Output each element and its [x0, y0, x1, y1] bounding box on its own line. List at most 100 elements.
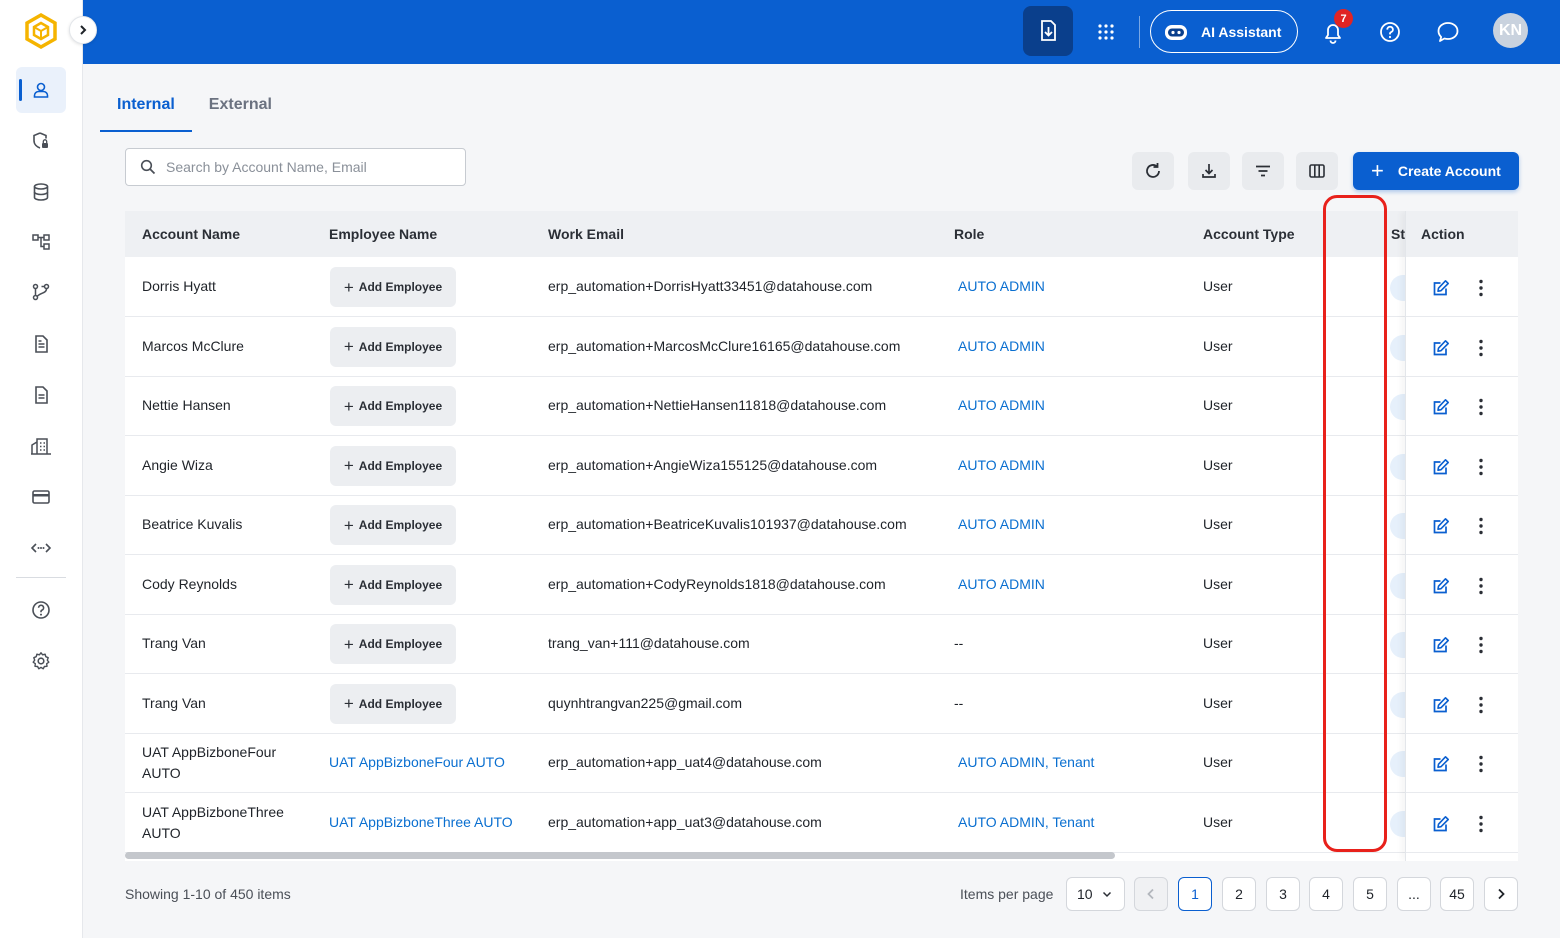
edit-button[interactable]	[1428, 513, 1454, 539]
items-per-page-select[interactable]: 10	[1066, 877, 1125, 911]
add-employee-button[interactable]: + Add Employee	[330, 505, 456, 545]
more-options-button[interactable]	[1472, 513, 1490, 539]
cell-role[interactable]: AUTO ADMIN	[958, 397, 1045, 413]
more-options-button[interactable]	[1472, 275, 1490, 301]
table-row[interactable]: UAT AppBizboneThree AUTO UAT AppBizboneThr…	[125, 793, 1518, 853]
more-options-button[interactable]	[1472, 573, 1490, 599]
sidebar-item-hierarchy[interactable]	[16, 219, 66, 265]
header-employee-name[interactable]: Employee Name	[329, 226, 437, 242]
prev-page-button[interactable]	[1134, 877, 1168, 911]
next-page-button[interactable]	[1484, 877, 1518, 911]
page-button[interactable]: 3	[1266, 877, 1300, 911]
table-row[interactable]: Beatrice Kuvalis + Add Employee erp_automat…	[125, 496, 1518, 555]
header-status[interactable]: St	[1391, 226, 1405, 242]
page-button[interactable]: 1	[1178, 877, 1212, 911]
sidebar-item-help[interactable]	[16, 587, 66, 633]
chat-button[interactable]	[1430, 14, 1466, 50]
cell-account-name: Beatrice Kuvalis	[142, 516, 242, 532]
sidebar-item-integrations[interactable]	[16, 525, 66, 571]
more-vertical-icon	[1479, 577, 1483, 594]
user-avatar[interactable]: KN	[1493, 13, 1528, 48]
more-options-button[interactable]	[1472, 811, 1490, 837]
cell-role[interactable]: AUTO ADMIN, Tenant	[958, 814, 1094, 830]
page-button[interactable]: 45	[1440, 877, 1474, 911]
add-employee-button[interactable]: + Add Employee	[330, 326, 456, 367]
account-name-line: Trang Van	[142, 694, 206, 711]
page-button[interactable]: 2	[1222, 877, 1256, 911]
header-account-name[interactable]: Account Name	[142, 226, 240, 242]
cell-role[interactable]: AUTO ADMIN	[958, 278, 1045, 294]
edit-button[interactable]	[1428, 692, 1454, 718]
add-employee-button[interactable]: + Add Employee	[330, 445, 456, 486]
more-options-button[interactable]	[1472, 751, 1490, 777]
more-options-button[interactable]	[1472, 335, 1490, 361]
search-input[interactable]	[166, 159, 456, 175]
sidebar-item-accounts[interactable]	[16, 67, 66, 113]
page-button[interactable]: 5	[1353, 877, 1387, 911]
edit-button[interactable]	[1428, 394, 1454, 420]
page-button[interactable]: 4	[1309, 877, 1343, 911]
ai-assistant-button[interactable]: AI Assistant	[1150, 10, 1298, 53]
action-column: Action	[1405, 211, 1518, 861]
cell-role[interactable]: AUTO ADMIN	[958, 516, 1045, 532]
header-work-email[interactable]: Work Email	[548, 226, 624, 242]
header-account-type[interactable]: Account Type	[1203, 226, 1295, 242]
table-row[interactable]: UAT AppBizboneFour AUTO UAT AppBizboneFour…	[125, 734, 1518, 793]
table-row[interactable]: Cody Reynolds + Add Employee erp_automation…	[125, 555, 1518, 615]
horizontal-scrollbar[interactable]	[125, 852, 1115, 859]
edit-button[interactable]	[1428, 335, 1454, 361]
app-logo[interactable]	[24, 12, 58, 50]
refresh-button[interactable]	[1132, 152, 1174, 190]
sidebar-item-workflow[interactable]	[16, 269, 66, 315]
create-account-button[interactable]: + Create Account	[1353, 152, 1519, 190]
edit-button[interactable]	[1428, 751, 1454, 777]
cell-role[interactable]: AUTO ADMIN	[958, 576, 1045, 592]
sidebar-item-billing[interactable]	[16, 474, 66, 520]
sidebar-item-settings[interactable]	[16, 638, 66, 684]
table-row[interactable]: Trang Van + Add Employee quynhtrangvan225@g…	[125, 674, 1518, 734]
add-employee-button[interactable]: + Add Employee	[330, 683, 456, 724]
more-options-button[interactable]	[1472, 692, 1490, 718]
cell-role[interactable]: AUTO ADMIN	[958, 457, 1045, 473]
edit-button[interactable]	[1428, 454, 1454, 480]
cell-role[interactable]: AUTO ADMIN	[958, 338, 1045, 354]
sidebar-item-documents[interactable]	[16, 321, 66, 367]
edit-button[interactable]	[1428, 573, 1454, 599]
add-employee-button[interactable]: + Add Employee	[330, 386, 456, 426]
help-button[interactable]	[1372, 14, 1408, 50]
more-options-button[interactable]	[1472, 632, 1490, 658]
add-employee-button[interactable]: + Add Employee	[330, 564, 456, 605]
edit-button[interactable]	[1428, 275, 1454, 301]
cell-employee-link[interactable]: UAT AppBizboneFour AUTO	[329, 754, 505, 770]
table-row[interactable]: Nettie Hansen + Add Employee erp_automation…	[125, 377, 1518, 436]
sidebar-item-buildings[interactable]	[16, 423, 66, 469]
cell-role[interactable]: AUTO ADMIN, Tenant	[958, 754, 1094, 770]
header-role[interactable]: Role	[954, 226, 984, 242]
tab-external[interactable]: External	[192, 92, 289, 132]
sidebar-item-security[interactable]	[16, 118, 66, 164]
add-employee-label: Add Employee	[358, 518, 443, 532]
sidebar-expand-button[interactable]	[69, 16, 97, 44]
export-button[interactable]	[1188, 152, 1230, 190]
tab-internal[interactable]: Internal	[100, 92, 192, 132]
edit-button[interactable]	[1428, 811, 1454, 837]
more-options-button[interactable]	[1472, 454, 1490, 480]
table-row[interactable]: Trang Van + Add Employee trang_van+111@data…	[125, 615, 1518, 674]
cell-account-name: Cody Reynolds	[142, 576, 237, 592]
more-options-button[interactable]	[1472, 394, 1490, 420]
edit-button[interactable]	[1428, 632, 1454, 658]
filter-button[interactable]	[1242, 152, 1284, 190]
cell-employee-link[interactable]: UAT AppBizboneThree AUTO	[329, 814, 513, 830]
columns-button[interactable]	[1296, 152, 1338, 190]
add-employee-button[interactable]: + Add Employee	[330, 624, 456, 664]
table-row[interactable]: Dorris Hyatt + Add Employee erp_automation+…	[125, 258, 1518, 317]
page-ellipsis[interactable]: ...	[1397, 877, 1431, 911]
notification-badge: 7	[1334, 9, 1353, 28]
sidebar-item-reports[interactable]	[16, 372, 66, 418]
sidebar-item-database[interactable]	[16, 169, 66, 215]
table-row[interactable]: Marcos McClure + Add Employee erp_automatio…	[125, 317, 1518, 377]
add-employee-button[interactable]: + Add Employee	[330, 267, 456, 307]
app-grid-button[interactable]	[1088, 14, 1124, 50]
table-row[interactable]: Angie Wiza + Add Employee erp_automation+An…	[125, 436, 1518, 496]
download-app-button[interactable]	[1023, 6, 1073, 56]
